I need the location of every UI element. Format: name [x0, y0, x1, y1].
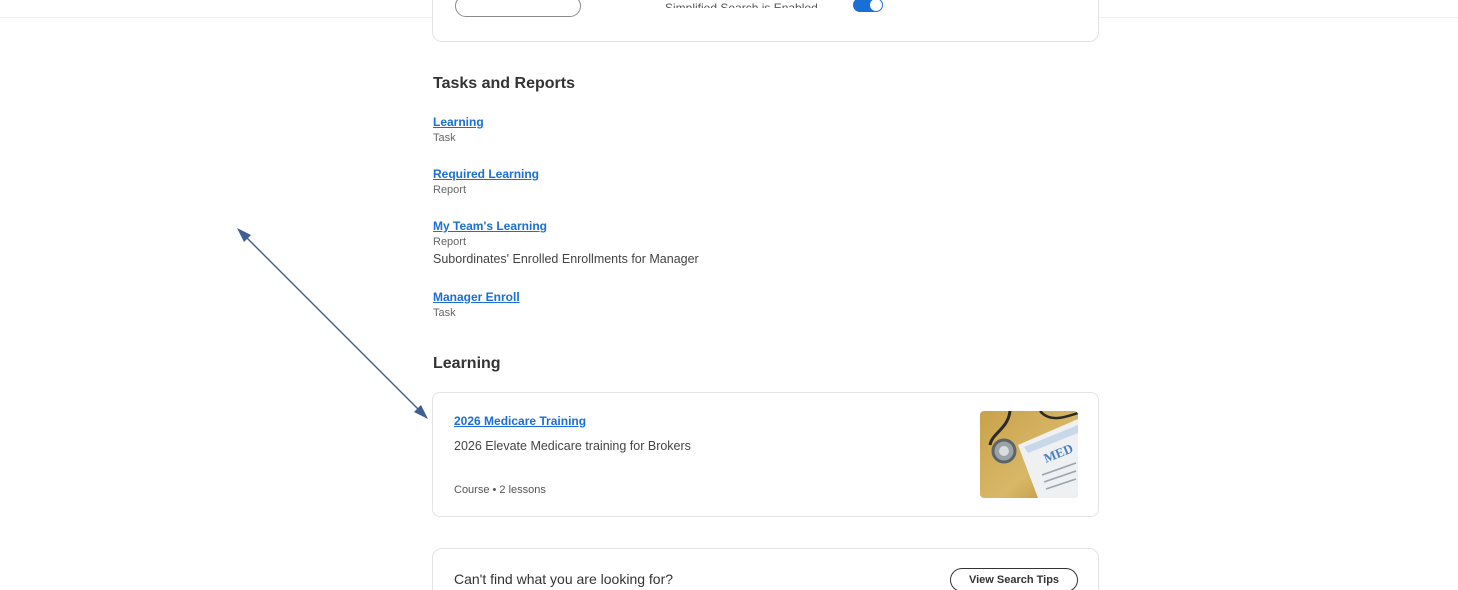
result-type: Task: [433, 307, 456, 319]
result-item-my-teams-learning: My Team's Learning Report Subordinates' …: [433, 219, 699, 267]
result-item-learning: Learning Task: [433, 115, 484, 146]
result-type: Task: [433, 132, 456, 144]
result-item-required-learning: Required Learning Report: [433, 167, 539, 198]
result-link-manager-enroll[interactable]: Manager Enroll: [433, 290, 520, 305]
help-text: Can't find what you are looking for?: [454, 571, 674, 587]
tasks-reports-heading: Tasks and Reports: [433, 75, 575, 92]
learning-heading: Learning: [433, 355, 501, 372]
result-link-required-learning[interactable]: Required Learning: [433, 167, 539, 182]
arrowhead-end-icon: [414, 405, 428, 419]
search-settings-card: Simplified Search is Enabled: [432, 0, 1099, 42]
course-title-link[interactable]: 2026 Medicare Training: [454, 414, 586, 428]
simplified-search-toggle[interactable]: [853, 0, 883, 12]
result-description: Subordinates' Enrolled Enrollments for M…: [433, 252, 699, 266]
result-item-manager-enroll: Manager Enroll Task: [433, 290, 520, 321]
result-link-learning[interactable]: Learning: [433, 115, 484, 130]
view-search-tips-button[interactable]: View Search Tips: [950, 568, 1078, 590]
result-type: Report: [433, 184, 467, 196]
search-help-card: Can't find what you are looking for? Vie…: [432, 548, 1099, 590]
course-card[interactable]: 2026 Medicare Training 2026 Elevate Medi…: [432, 392, 1099, 517]
course-description: 2026 Elevate Medicare training for Broke…: [454, 439, 691, 453]
course-meta: Course • 2 lessons: [454, 484, 546, 496]
result-type: Report: [433, 236, 467, 248]
medicare-clipboard-stethoscope-image: MED: [980, 411, 1078, 498]
simplified-search-label: Simplified Search is Enabled: [665, 1, 818, 15]
result-link-my-teams-learning[interactable]: My Team's Learning: [433, 219, 699, 234]
search-option-button[interactable]: [455, 0, 581, 17]
arrowhead-start-icon: [237, 228, 251, 242]
